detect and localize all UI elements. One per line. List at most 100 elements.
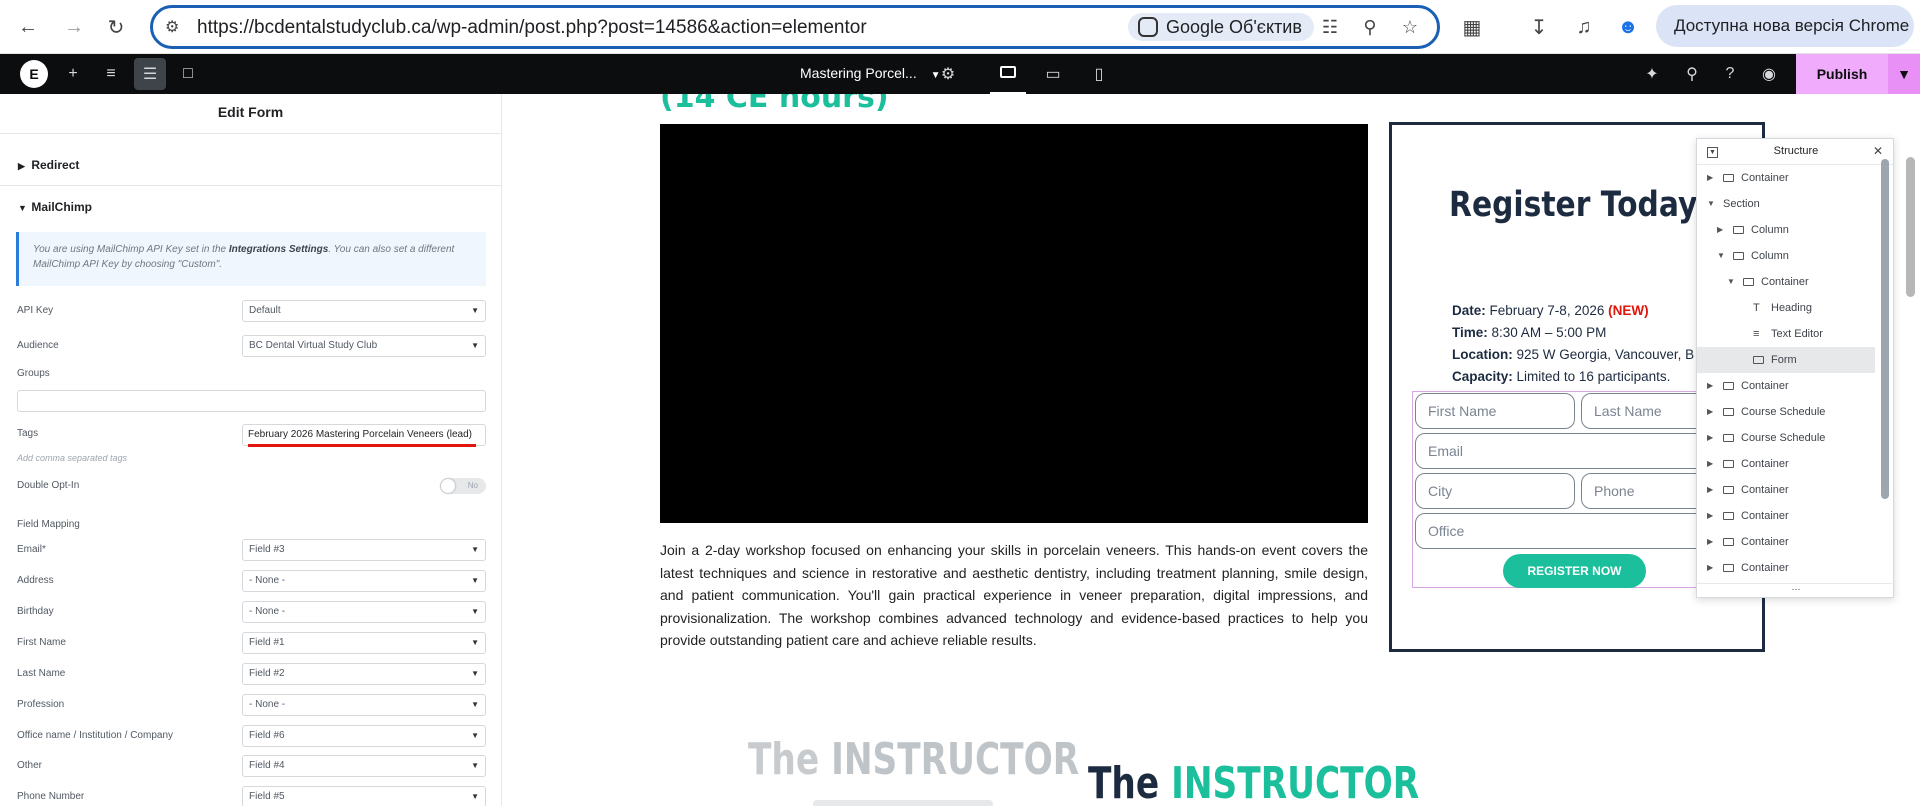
mailchimp-section[interactable]: ▼ MailChimp	[0, 186, 501, 228]
search-icon[interactable]: ⚲	[1676, 58, 1708, 90]
publish-button[interactable]: Publish	[1796, 54, 1888, 94]
navigator-item-container[interactable]: ▶ Container	[1697, 503, 1875, 529]
bookmark-star-icon[interactable]: ☆	[1398, 15, 1422, 39]
navigator-item-container[interactable]: ▶ Container	[1697, 165, 1875, 191]
url-text[interactable]: https://bcdentalstudyclub.ca/wp-admin/po…	[197, 17, 867, 39]
email-field[interactable]: Email	[1415, 433, 1741, 469]
tags-input[interactable]: February 2026 Mastering Porcelain Veneer…	[242, 424, 486, 446]
new-badge: (NEW)	[1608, 303, 1649, 318]
caret-right-icon[interactable]: ▶	[1707, 451, 1713, 477]
audience-select[interactable]: BC Dental Virtual Study Club ▼	[242, 335, 486, 357]
forward-icon[interactable]: →	[58, 11, 90, 43]
add-element-icon[interactable]: +	[57, 58, 89, 90]
workshop-description: Join a 2-day workshop focused on enhanci…	[660, 542, 1368, 648]
mapping-select[interactable]: - None - ▼	[242, 601, 486, 623]
caret-down-icon[interactable]: ▼	[1727, 269, 1735, 295]
mapping-select[interactable]: Field #2 ▼	[242, 663, 486, 685]
mapping-select[interactable]: Field #5 ▼	[242, 786, 486, 806]
caret-right-icon[interactable]: ▶	[1707, 503, 1713, 529]
caret-right-icon[interactable]: ▶	[1707, 425, 1713, 451]
navigator-item-column[interactable]: ▶ Column	[1697, 217, 1875, 243]
office-field[interactable]: Office	[1415, 513, 1741, 549]
elementor-logo-icon[interactable]: E	[20, 60, 48, 88]
media-controls-icon[interactable]: ♫	[1568, 11, 1600, 43]
mapping-select[interactable]: Field #3 ▼	[242, 539, 486, 561]
video-embed[interactable]	[660, 124, 1368, 523]
document-title[interactable]: Mastering Porcel... ▼	[800, 65, 941, 81]
navigator-item-container[interactable]: ▶ Container	[1697, 555, 1875, 581]
double-optin-toggle[interactable]: No	[440, 478, 486, 494]
google-lens-chip[interactable]: Google Об'єктив	[1128, 13, 1314, 41]
mobile-view-icon[interactable]: ▯	[1083, 58, 1115, 90]
city-field[interactable]: City	[1415, 473, 1575, 509]
time-value: 8:30 AM – 5:00 PM	[1491, 325, 1607, 340]
column-icon	[1733, 226, 1744, 234]
mapping-select[interactable]: Field #1 ▼	[242, 632, 486, 654]
back-icon[interactable]: ←	[12, 11, 44, 43]
caret-down-icon[interactable]: ▼	[1707, 191, 1715, 217]
navigator-item-container[interactable]: ▼ Container	[1697, 269, 1875, 295]
help-icon[interactable]: ?	[1714, 58, 1746, 90]
caret-down-icon[interactable]: ▼	[1717, 243, 1725, 269]
redirect-section[interactable]: ▶ Redirect	[0, 144, 501, 186]
select-caret-icon: ▼	[471, 638, 479, 647]
navigator-item-section[interactable]: ▼ Section	[1697, 191, 1875, 217]
publish-options-chevron-icon[interactable]: ▼	[1888, 54, 1920, 94]
page-scrollbar[interactable]	[1906, 157, 1915, 297]
zoom-icon[interactable]: ⚲	[1358, 15, 1382, 39]
navigator-item-container[interactable]: ▶ Container	[1697, 373, 1875, 399]
site-info-icon[interactable]: ⚙	[165, 17, 187, 39]
chrome-update-button[interactable]: Доступна нова версія Chrome	[1656, 5, 1914, 47]
navigator-scrollbar[interactable]	[1881, 159, 1889, 499]
profile-icon[interactable]: ☻	[1612, 11, 1644, 43]
extensions-icon[interactable]: ▦	[1456, 11, 1488, 43]
integrations-settings-link[interactable]: Integrations Settings	[229, 244, 328, 255]
tags-red-underline	[248, 444, 476, 447]
tablet-view-icon[interactable]: ▭	[1037, 58, 1069, 90]
register-now-button[interactable]: REGISTER NOW	[1503, 554, 1646, 588]
mapping-select[interactable]: Field #6 ▼	[242, 725, 486, 747]
desktop-view-button[interactable]	[990, 54, 1026, 94]
address-bar[interactable]: ⚙ https://bcdentalstudyclub.ca/wp-admin/…	[150, 5, 1440, 49]
caret-right-icon[interactable]: ▶	[1707, 165, 1713, 191]
navigator-item-label: Column	[1751, 224, 1789, 236]
mapping-select[interactable]: Field #4 ▼	[242, 755, 486, 777]
structure-icon[interactable]: ☰	[134, 58, 166, 90]
caret-right-icon[interactable]: ▶	[1707, 373, 1713, 399]
navigator-item-column[interactable]: ▼ Column	[1697, 243, 1875, 269]
navigator-item-text-editor[interactable]: ≡ Text Editor	[1697, 321, 1875, 347]
first-name-field[interactable]: First Name	[1415, 393, 1575, 429]
notes-icon[interactable]: □	[172, 58, 204, 90]
preview-eye-icon[interactable]: ◉	[1753, 58, 1785, 90]
caret-right-icon[interactable]: ▶	[1707, 555, 1713, 581]
mapping-select[interactable]: - None - ▼	[242, 570, 486, 592]
navigator-item-course-schedule[interactable]: ▶ Course Schedule	[1697, 399, 1875, 425]
instructor-heading: The INSTRUCTOR	[1088, 758, 1419, 806]
caret-right-icon[interactable]: ▶	[1707, 529, 1713, 555]
mapping-select[interactable]: - None - ▼	[242, 694, 486, 716]
groups-input[interactable]	[17, 390, 486, 412]
close-icon[interactable]: ✕	[1873, 144, 1883, 158]
caret-right-icon[interactable]: ▶	[1707, 399, 1713, 425]
caret-right-icon[interactable]: ▶	[1717, 217, 1723, 243]
navigator-item-heading[interactable]: T Heading	[1697, 295, 1875, 321]
downloads-icon[interactable]: ↧	[1523, 11, 1555, 43]
navigator-item-label: Section	[1723, 198, 1760, 210]
navigator-title: Structure	[1773, 145, 1819, 157]
select-caret-icon: ▼	[471, 306, 479, 315]
caret-right-icon[interactable]: ▶	[1707, 477, 1713, 503]
instructor-heading-faded: The INSTRUCTOR	[748, 734, 1079, 785]
site-settings-icon[interactable]: ≡	[95, 58, 127, 90]
page-settings-icon[interactable]: ⚙	[932, 58, 964, 90]
translate-icon[interactable]: ☷	[1318, 15, 1342, 39]
reload-icon[interactable]: ↻	[100, 11, 132, 43]
whats-new-icon[interactable]: ✦	[1636, 58, 1668, 90]
navigator-item-container[interactable]: ▶ Container	[1697, 451, 1875, 477]
navigator-item-container[interactable]: ▶ Container	[1697, 477, 1875, 503]
navigator-item-container[interactable]: ▶ Container	[1697, 529, 1875, 555]
field-mapping-label: Field Mapping	[17, 519, 80, 530]
navigator-resize-handle[interactable]: ⋯	[1697, 583, 1895, 597]
navigator-item-form[interactable]: Form	[1697, 347, 1875, 373]
api-key-select[interactable]: Default ▼	[242, 300, 486, 322]
navigator-item-course-schedule[interactable]: ▶ Course Schedule	[1697, 425, 1875, 451]
